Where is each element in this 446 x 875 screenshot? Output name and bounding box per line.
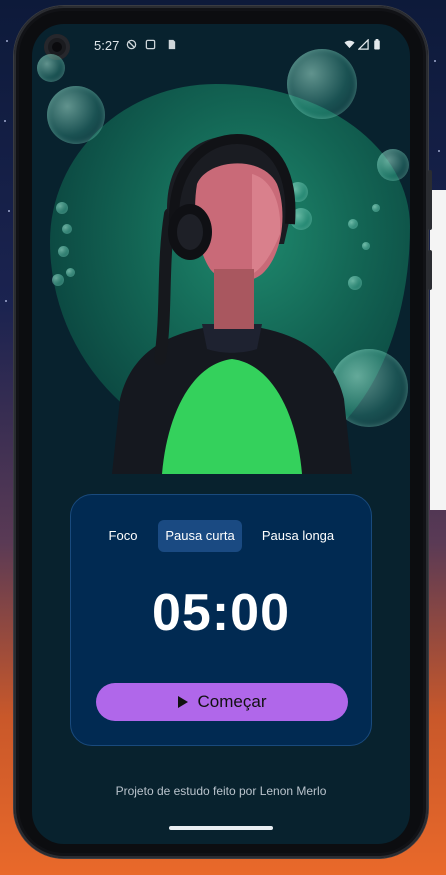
bubble xyxy=(362,242,370,250)
bubble xyxy=(37,54,65,82)
start-button-label: Começar xyxy=(197,692,267,711)
bubble xyxy=(287,49,357,119)
volume-button xyxy=(428,170,432,230)
bubble xyxy=(47,86,105,144)
play-icon xyxy=(177,696,188,708)
tab-pausa-curta[interactable]: Pausa curta xyxy=(158,520,242,552)
bubble xyxy=(66,268,75,277)
status-time: 5:27 xyxy=(94,38,120,53)
app-screen: 5:27 Foco Pausa curta Pausa longa 05:00 … xyxy=(32,24,410,844)
bubble xyxy=(52,274,64,286)
wifi-icon xyxy=(344,40,355,49)
bubble xyxy=(56,202,68,214)
power-button xyxy=(428,250,432,290)
tab-foco[interactable]: Foco xyxy=(97,520,149,552)
bubble xyxy=(377,149,409,181)
dnd-icon xyxy=(126,39,137,50)
woman-with-headphones-illustration xyxy=(112,133,352,474)
bubble xyxy=(58,246,69,257)
bubble xyxy=(62,224,72,234)
background-window-edge xyxy=(430,190,446,510)
screenshot-icon xyxy=(145,39,156,50)
home-indicator[interactable] xyxy=(169,826,273,830)
battery-icon xyxy=(374,39,380,50)
footer-credit: Projeto de estudo feito por Lenon Merlo xyxy=(115,784,327,798)
status-bar: 5:27 xyxy=(32,24,410,68)
timer-display: 05:00 xyxy=(152,584,290,642)
signal-icon xyxy=(358,39,369,50)
sim-icon xyxy=(168,39,176,50)
start-button[interactable]: Começar xyxy=(96,683,348,721)
bubble xyxy=(372,204,380,212)
tab-pausa-longa[interactable]: Pausa longa xyxy=(253,520,343,552)
timer-card: Foco Pausa curta Pausa longa 05:00 Começ… xyxy=(70,494,372,746)
